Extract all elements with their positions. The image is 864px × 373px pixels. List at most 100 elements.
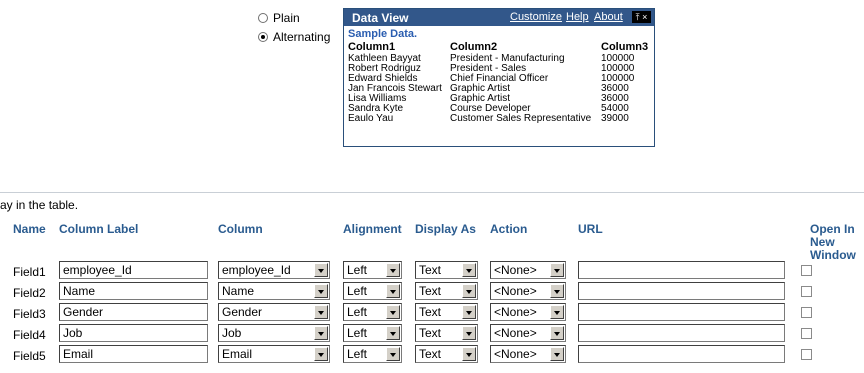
column-label-input[interactable]	[59, 345, 208, 363]
dropdown-arrow-icon[interactable]	[550, 347, 564, 361]
open-new-window-checkbox[interactable]	[801, 328, 812, 339]
dropdown-arrow-icon[interactable]	[462, 284, 476, 298]
dropdown-arrow-icon[interactable]	[462, 326, 476, 340]
alignment-select-value: Left	[347, 347, 368, 361]
header-url: URL	[578, 222, 603, 236]
column-select-value: Gender	[222, 305, 263, 319]
header-column-label: Column Label	[59, 222, 139, 236]
url-input[interactable]	[578, 303, 785, 321]
display-as-select-value: Text	[419, 263, 442, 277]
column-select[interactable]: Job	[218, 324, 330, 342]
dropdown-arrow-icon[interactable]	[550, 284, 564, 298]
help-link[interactable]: Help	[566, 11, 589, 23]
dropdown-arrow-icon[interactable]	[386, 284, 400, 298]
dropdown-arrow-icon[interactable]	[314, 305, 328, 319]
dropdown-arrow-icon[interactable]	[386, 263, 400, 277]
display-as-select-value: Text	[419, 326, 442, 340]
dropdown-arrow-icon[interactable]	[314, 263, 328, 277]
action-select-value: <None>	[494, 284, 537, 298]
data-grid-header-cell: Column1	[348, 41, 396, 53]
field-name: Field1	[13, 265, 46, 279]
column-select[interactable]: Name	[218, 282, 330, 300]
alignment-select-value: Left	[347, 263, 368, 277]
display-as-select[interactable]: Text	[415, 324, 478, 342]
url-input[interactable]	[578, 324, 785, 342]
collapse-close-icon[interactable]: ⤒ ×	[632, 11, 651, 23]
dropdown-arrow-icon[interactable]	[550, 326, 564, 340]
data-grid-cell: 39000	[601, 113, 629, 124]
data-grid-header-cell: Column2	[450, 41, 498, 53]
action-select[interactable]: <None>	[490, 324, 566, 342]
dropdown-arrow-icon[interactable]	[550, 263, 564, 277]
data-grid-cell: Eaulo Yau	[348, 113, 394, 124]
plain-radio[interactable]	[258, 13, 268, 23]
column-select[interactable]: employee_Id	[218, 261, 330, 279]
url-input[interactable]	[578, 261, 785, 279]
alignment-select[interactable]: Left	[343, 261, 402, 279]
dropdown-arrow-icon[interactable]	[314, 326, 328, 340]
display-as-select[interactable]: Text	[415, 282, 478, 300]
url-input[interactable]	[578, 345, 785, 363]
dropdown-arrow-icon[interactable]	[462, 305, 476, 319]
field-name: Field3	[13, 307, 46, 321]
dropdown-arrow-icon[interactable]	[386, 347, 400, 361]
column-select-value: Email	[222, 347, 253, 361]
alignment-select[interactable]: Left	[343, 282, 402, 300]
column-label-input[interactable]	[59, 303, 208, 321]
dropdown-arrow-icon[interactable]	[462, 263, 476, 277]
column-label-input[interactable]	[59, 282, 208, 300]
display-as-select[interactable]: Text	[415, 303, 478, 321]
field-row: Field2 Name Left Text <None>	[0, 282, 864, 304]
field-name: Field4	[13, 328, 46, 342]
column-select-value: Job	[222, 326, 242, 340]
field-row: Field5 Email Left Text <None>	[0, 345, 864, 367]
display-as-select[interactable]: Text	[415, 345, 478, 363]
field-row: Field3 Gender Left Text <None>	[0, 303, 864, 325]
data-view-header: Data View Customize Help About ⤒ ×	[344, 9, 654, 26]
dropdown-arrow-icon[interactable]	[386, 326, 400, 340]
dropdown-arrow-icon[interactable]	[462, 347, 476, 361]
column-select-value: employee_Id	[222, 263, 291, 277]
url-input[interactable]	[578, 282, 785, 300]
field-row: Field4 Job Left Text <None>	[0, 324, 864, 346]
column-label-input[interactable]	[59, 324, 208, 342]
open-new-window-checkbox[interactable]	[801, 307, 812, 318]
display-as-select-value: Text	[419, 305, 442, 319]
alignment-select[interactable]: Left	[343, 345, 402, 363]
style-option-alternating[interactable]: Alternating	[258, 30, 330, 44]
data-view-title: Data View	[352, 10, 409, 25]
header-open-new-window: Open In New Window	[810, 222, 856, 262]
open-new-window-checkbox[interactable]	[801, 349, 812, 360]
alignment-select[interactable]: Left	[343, 324, 402, 342]
dropdown-arrow-icon[interactable]	[550, 305, 564, 319]
column-select-value: Name	[222, 284, 255, 298]
customize-link[interactable]: Customize	[510, 11, 562, 23]
style-option-plain[interactable]: Plain	[258, 11, 300, 25]
data-grid-cell: Customer Sales Representative	[450, 113, 592, 124]
about-link[interactable]: About	[594, 11, 623, 23]
action-select[interactable]: <None>	[490, 303, 566, 321]
field-name: Field5	[13, 349, 46, 363]
header-action: Action	[490, 222, 528, 236]
dropdown-arrow-icon[interactable]	[314, 284, 328, 298]
action-select[interactable]: <None>	[490, 261, 566, 279]
column-select[interactable]: Gender	[218, 303, 330, 321]
alignment-select[interactable]: Left	[343, 303, 402, 321]
action-select-value: <None>	[494, 326, 537, 340]
header-display-as: Display As	[415, 222, 476, 236]
display-as-select[interactable]: Text	[415, 261, 478, 279]
open-new-window-checkbox[interactable]	[801, 286, 812, 297]
column-select[interactable]: Email	[218, 345, 330, 363]
header-name: Name	[13, 222, 46, 236]
action-select[interactable]: <None>	[490, 282, 566, 300]
column-label-input[interactable]	[59, 261, 208, 279]
action-select[interactable]: <None>	[490, 345, 566, 363]
alternating-radio[interactable]	[258, 32, 268, 42]
display-as-select-value: Text	[419, 347, 442, 361]
action-select-value: <None>	[494, 347, 537, 361]
dropdown-arrow-icon[interactable]	[314, 347, 328, 361]
open-new-window-checkbox[interactable]	[801, 265, 812, 276]
alignment-select-value: Left	[347, 284, 368, 298]
header-column: Column	[218, 222, 263, 236]
dropdown-arrow-icon[interactable]	[386, 305, 400, 319]
